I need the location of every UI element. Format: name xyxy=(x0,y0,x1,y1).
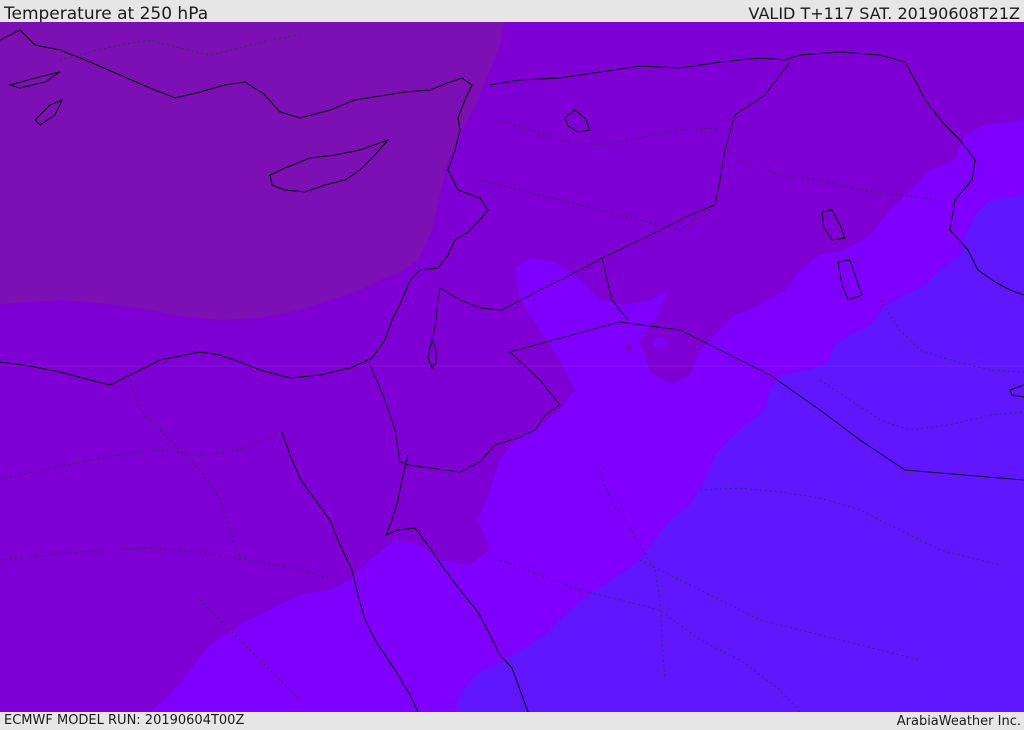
temperature-patch xyxy=(653,338,667,348)
credit-label: ArabiaWeather Inc. xyxy=(896,714,1021,729)
footer-bar: ECMWF MODEL RUN: 20190604T00Z ArabiaWeat… xyxy=(0,712,1024,729)
temperature-patch xyxy=(624,344,632,352)
model-run-label: ECMWF MODEL RUN: 20190604T00Z xyxy=(4,713,245,728)
temperature-map xyxy=(0,22,1024,712)
map-panel[interactable] xyxy=(0,22,1024,712)
header-bar: Temperature at 250 hPa VALID T+117 SAT. … xyxy=(0,0,1024,24)
